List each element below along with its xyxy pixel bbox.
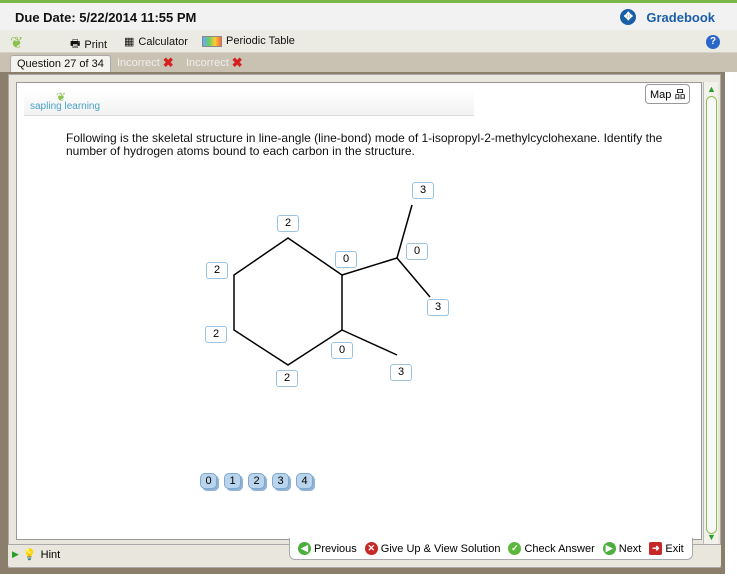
give-up-button[interactable]: ✕ Give Up & View Solution — [364, 542, 501, 555]
give-up-label: Give Up & View Solution — [380, 542, 501, 555]
scroll-up-icon[interactable]: ▲ — [707, 84, 716, 94]
bond — [396, 257, 431, 298]
palette-0[interactable]: 0 — [200, 473, 217, 489]
palette-3[interactable]: 3 — [272, 473, 289, 489]
check-label: Check Answer — [524, 542, 595, 555]
h-count-box[interactable]: 2 — [205, 326, 227, 343]
exit-label: Exit — [665, 542, 684, 555]
hint-button[interactable]: ▶ 💡 Hint — [12, 548, 61, 562]
exit-button[interactable]: ➜ Exit — [649, 542, 684, 555]
previous-label: Previous — [314, 542, 357, 555]
palette-2[interactable]: 2 — [248, 473, 265, 489]
hint-label: Hint — [40, 548, 61, 561]
molecule-drawing — [233, 204, 431, 366]
arrow-left-icon: ◀ — [298, 542, 311, 555]
h-count-box[interactable]: 0 — [406, 243, 428, 260]
palette-1[interactable]: 1 — [224, 473, 241, 489]
scroll-down-icon[interactable]: ▼ — [707, 532, 716, 542]
expand-arrow-icon: ▶ — [12, 549, 19, 559]
h-count-box[interactable]: 2 — [277, 215, 299, 232]
h-count-box[interactable]: 3 — [390, 364, 412, 381]
navigation-bar: ◀ Previous ✕ Give Up & View Solution ✓ Chec… — [289, 538, 693, 560]
check-answer-button[interactable]: ✓ Check Answer — [508, 542, 595, 555]
next-label: Next — [618, 542, 642, 555]
scrollbar[interactable]: ▲ ▼ — [703, 82, 718, 544]
lightbulb-icon: 💡 — [22, 549, 37, 561]
next-button[interactable]: ▶ Next — [602, 542, 642, 555]
cyclohexane-ring — [233, 237, 343, 366]
palette-4[interactable]: 4 — [296, 473, 313, 489]
previous-button[interactable]: ◀ Previous — [298, 542, 357, 555]
h-count-box[interactable]: 0 — [335, 251, 357, 268]
exit-icon: ➜ — [649, 542, 663, 555]
scroll-thumb[interactable] — [706, 96, 717, 534]
x-circle-icon: ✕ — [364, 542, 378, 555]
h-count-box[interactable]: 3 — [412, 182, 434, 199]
arrow-right-icon: ▶ — [602, 542, 616, 555]
check-icon: ✓ — [508, 542, 522, 555]
h-count-box[interactable]: 0 — [331, 342, 353, 359]
h-count-box[interactable]: 2 — [206, 262, 228, 279]
h-count-box[interactable]: 3 — [427, 299, 449, 316]
h-count-box[interactable]: 2 — [276, 370, 298, 387]
